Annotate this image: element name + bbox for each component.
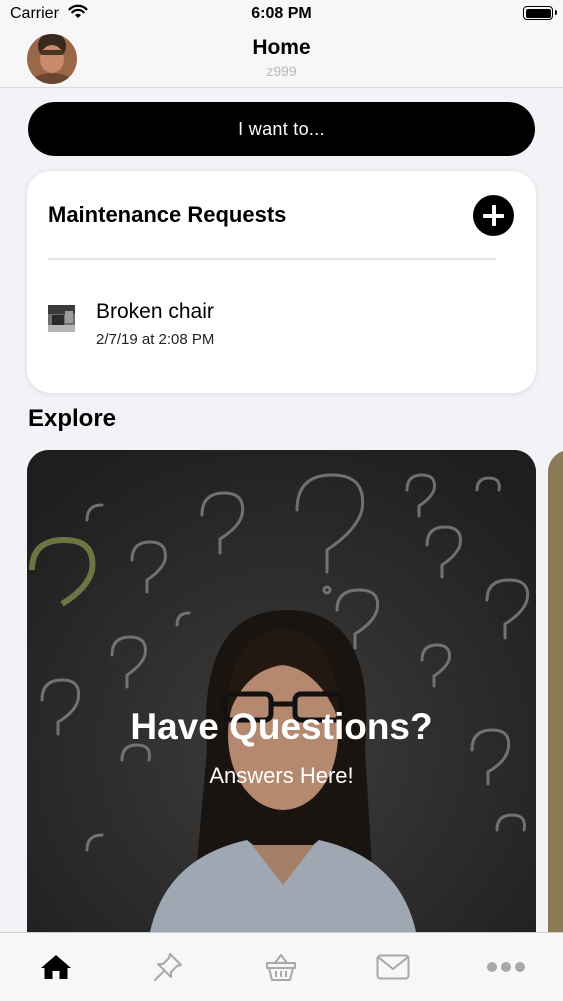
tab-mail[interactable] (337, 933, 449, 1001)
tab-more[interactable] (450, 933, 562, 1001)
explore-card-image (27, 450, 536, 950)
i-want-to-button[interactable]: I want to... (28, 102, 535, 156)
request-title[interactable]: Broken chair (96, 300, 214, 324)
explore-heading: Explore (28, 405, 117, 432)
tab-home[interactable] (0, 933, 112, 1001)
clock: 6:08 PM (251, 5, 312, 22)
navigation-bar: Home z999 (0, 30, 563, 88)
tab-basket[interactable] (225, 933, 337, 1001)
pin-icon (154, 953, 182, 981)
card-title: Maintenance Requests (48, 202, 287, 227)
home-icon (41, 955, 71, 979)
tab-pin[interactable] (112, 933, 224, 1001)
explore-card-title: Have Questions? (130, 706, 433, 747)
divider (48, 258, 496, 260)
explore-card-next[interactable] (548, 450, 563, 950)
tab-bar (0, 932, 563, 1001)
maintenance-requests-card: Maintenance Requests Broken chair 2/7/19… (27, 171, 536, 393)
request-date: 2/7/19 at 2:08 PM (96, 331, 215, 348)
add-icon[interactable] (473, 195, 514, 236)
status-bar: Carrier 6:08 PM (0, 0, 563, 30)
explore-card[interactable]: Have Questions? Answers Here! (27, 450, 536, 950)
page-subtitle: z999 (266, 63, 297, 79)
page-title: Home (252, 36, 311, 59)
mail-icon (376, 954, 410, 980)
battery-icon (523, 6, 557, 20)
explore-card-subtitle: Answers Here! (209, 763, 354, 788)
basket-icon (266, 954, 296, 981)
request-thumbnail (48, 305, 75, 332)
more-icon (487, 962, 525, 972)
